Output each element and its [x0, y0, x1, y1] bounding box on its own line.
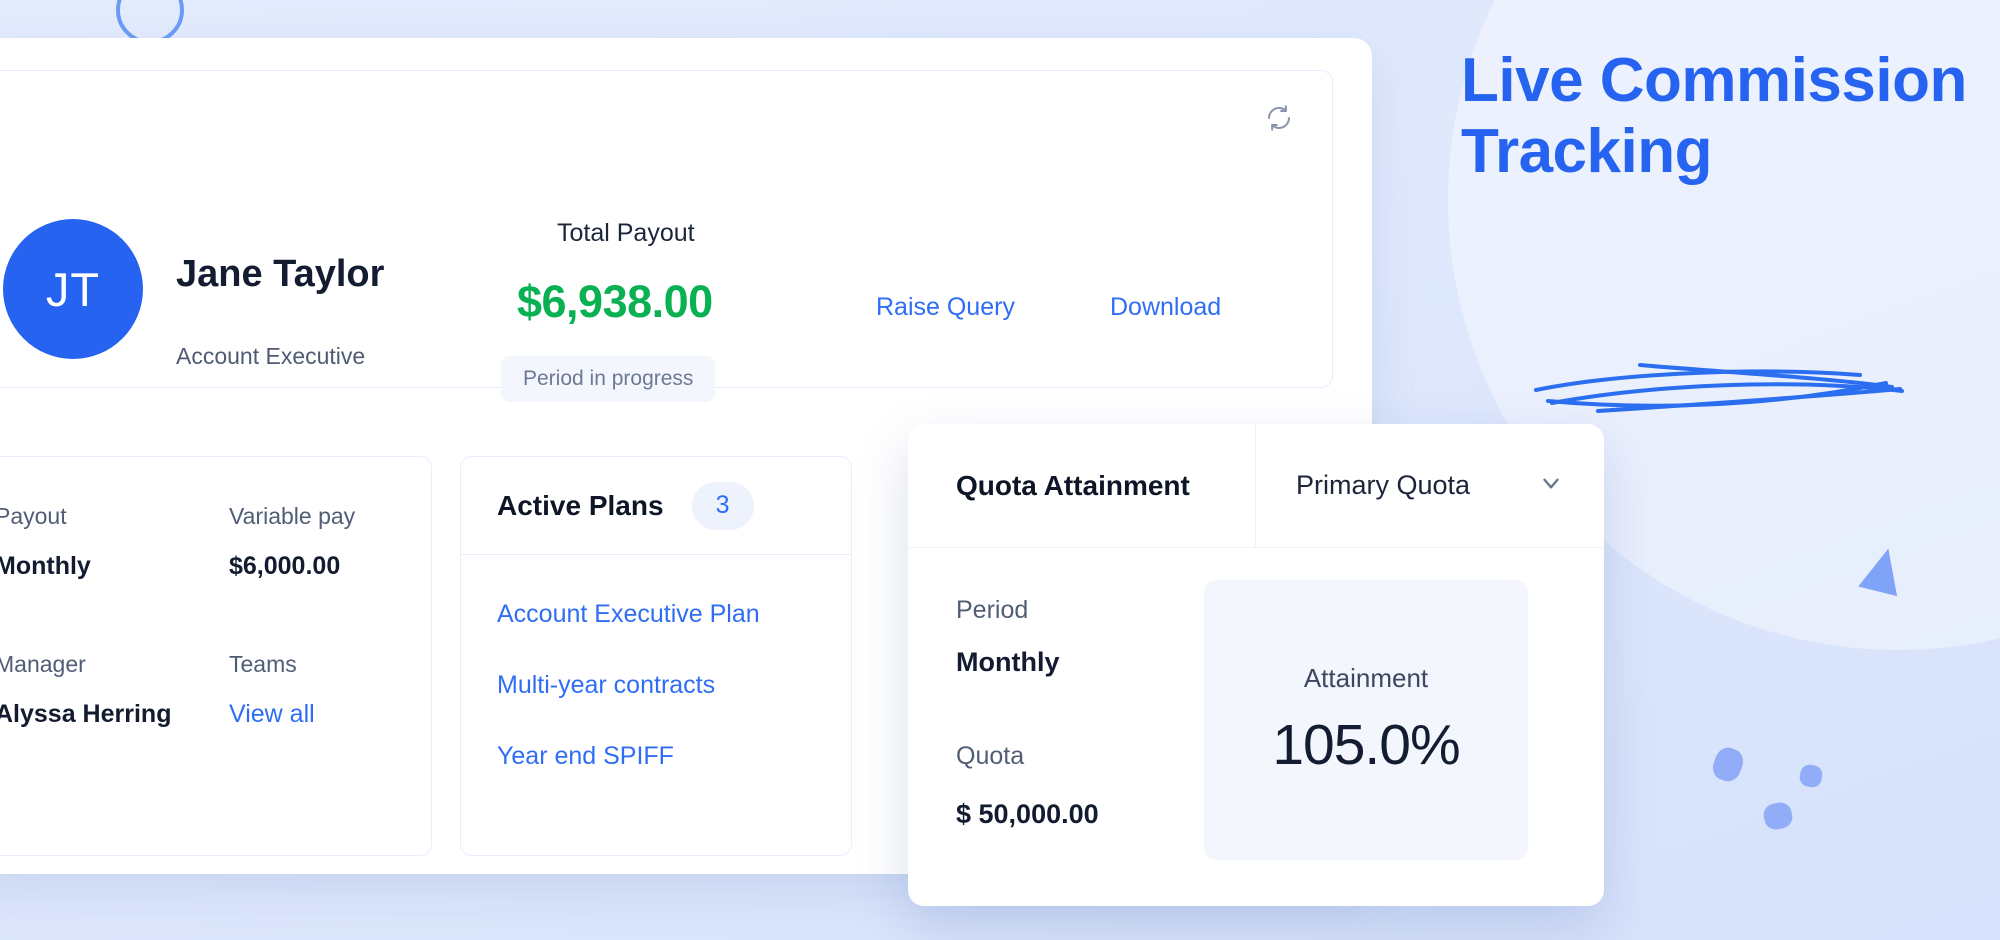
quota-attainment-card: Quota Attainment Primary Quota Period Mo…	[908, 424, 1604, 906]
quota-card-header: Quota Attainment Primary Quota	[908, 424, 1604, 548]
detail-label: Payout	[0, 503, 67, 529]
plan-link[interactable]: Account Executive Plan	[497, 600, 851, 629]
detail-value: Alyssa Herring	[0, 700, 172, 728]
raise-query-link[interactable]: Raise Query	[876, 293, 1015, 322]
quota-select[interactable]: Primary Quota	[1256, 424, 1604, 547]
detail-manager: Manager Alyssa Herring	[0, 651, 171, 729]
decor-scribble-underline	[1534, 363, 1904, 413]
profile-card: JT Jane Taylor Account Executive Total P…	[0, 70, 1333, 402]
active-plans-title: Active Plans	[497, 489, 664, 521]
detail-variable-pay: Variable pay $6,000.00	[229, 503, 355, 581]
download-link[interactable]: Download	[1110, 293, 1221, 322]
decor-dot	[1798, 763, 1824, 789]
person-role: Account Executive	[176, 343, 366, 369]
details-card: Payout Monthly Variable pay $6,000.00 Ma…	[0, 456, 432, 856]
attainment-label: Attainment	[1303, 662, 1429, 693]
detail-label: Teams	[229, 651, 297, 677]
active-plans-count-badge: 3	[691, 481, 754, 530]
refresh-icon[interactable]	[1264, 103, 1294, 133]
active-plans-header: Active Plans 3	[461, 457, 851, 555]
active-plans-card: Active Plans 3 Account Executive Plan Mu…	[460, 456, 852, 856]
decor-dot	[1761, 800, 1795, 832]
page-headline: Live Commission Tracking	[1461, 46, 1967, 187]
person-name: Jane Taylor	[176, 253, 385, 295]
plan-link[interactable]: Multi-year contracts	[497, 671, 851, 700]
detail-value: $6,000.00	[229, 552, 341, 580]
active-plans-list: Account Executive Plan Multi-year contra…	[461, 555, 851, 771]
detail-payout: Payout Monthly	[0, 503, 91, 581]
attainment-panel: Attainment 105.0%	[1204, 580, 1528, 860]
quota-select-value: Primary Quota	[1296, 470, 1471, 500]
detail-label: Manager	[0, 651, 86, 677]
detail-value: Monthly	[0, 552, 91, 580]
decor-dot	[1709, 744, 1747, 785]
total-payout-value: $6,938.00	[517, 276, 713, 327]
view-all-teams-link[interactable]: View all	[229, 700, 315, 729]
detail-label: Variable pay	[229, 503, 356, 529]
attainment-value: 105.0%	[1272, 712, 1460, 777]
plan-link[interactable]: Year end SPIFF	[497, 742, 851, 771]
avatar: JT	[3, 219, 143, 359]
chevron-down-icon	[1538, 470, 1564, 501]
quota-attainment-title: Quota Attainment	[908, 424, 1256, 547]
status-badge: Period in progress	[501, 356, 716, 402]
total-payout-label: Total Payout	[557, 219, 695, 247]
detail-teams: Teams View all	[229, 651, 315, 729]
quota-card-body: Period Monthly Quota $ 50,000.00 Attainm…	[908, 548, 1604, 878]
